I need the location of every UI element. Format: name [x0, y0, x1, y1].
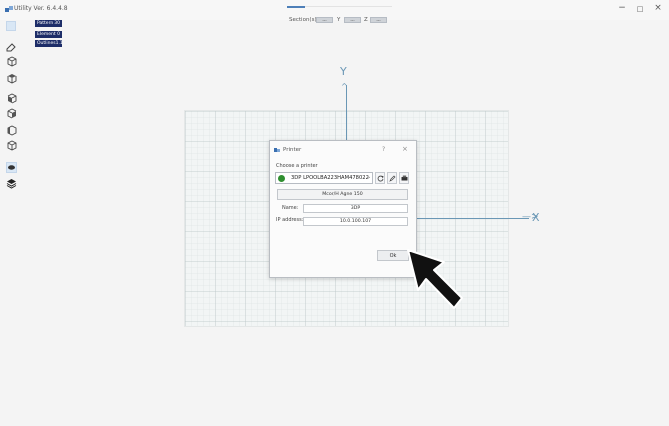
section-z-field[interactable]: ---	[370, 17, 387, 23]
stat-element: Element 0	[35, 31, 62, 38]
refresh-printer-button[interactable]	[375, 172, 385, 184]
app-icon	[5, 6, 13, 12]
view-side-icon[interactable]	[5, 107, 17, 119]
name-field[interactable]: 3DP	[303, 204, 408, 213]
ip-address-label: IP address:	[276, 217, 304, 223]
minimize-button[interactable]: −	[616, 3, 628, 13]
eraser-icon[interactable]	[5, 40, 17, 52]
dialog-title: Printer	[283, 147, 302, 153]
axis-y-line	[346, 85, 347, 146]
select-icon[interactable]	[5, 20, 17, 32]
section-x-field[interactable]: ---	[316, 17, 333, 23]
help-icon[interactable]: ?	[382, 146, 385, 153]
view-left-icon[interactable]	[5, 124, 17, 136]
axis-x-label: X	[532, 211, 540, 224]
printer-dialog: Printer ? × Choose a printer 3DP LPOOLBA…	[269, 140, 417, 278]
section-y-field[interactable]: ---	[344, 17, 361, 23]
printer-icon	[401, 175, 407, 180]
dialog-icon	[274, 148, 280, 152]
chevron-down-icon: ⌄	[367, 174, 372, 180]
section-label: Section(s)	[289, 17, 317, 23]
eye-icon[interactable]	[5, 161, 17, 173]
pencil-icon	[388, 175, 395, 182]
printer-select[interactable]: 3DP LPOOLBA223HAM478022 ⌄	[275, 172, 373, 184]
edit-printer-button[interactable]	[387, 172, 397, 184]
close-button[interactable]: ×	[652, 3, 664, 13]
section-z-label: Z	[364, 17, 368, 23]
stat-pattern: Pattern 30	[35, 20, 62, 27]
printer-model-field: Mcor/H Agne 150	[277, 189, 408, 200]
maximize-button[interactable]: □	[634, 5, 646, 13]
view-front-icon[interactable]	[5, 92, 17, 104]
view-iso-icon[interactable]	[5, 55, 17, 67]
refresh-icon	[377, 175, 383, 181]
axis-y-label: Y	[340, 65, 347, 78]
printer-select-value: 3DP LPOOLBA223HAM478022	[291, 175, 369, 181]
layers-icon[interactable]	[5, 177, 17, 189]
section-y-label: Y	[337, 17, 341, 23]
printer-settings-button[interactable]	[399, 172, 409, 184]
title-bar	[0, 0, 669, 20]
view-top-icon[interactable]	[5, 72, 17, 84]
name-label: Name:	[282, 205, 299, 211]
choose-printer-label: Choose a printer	[276, 163, 318, 169]
ip-address-field[interactable]: 10.0.100.107	[303, 217, 408, 226]
app-title: Utility Ver. 6.4.4.8	[14, 5, 68, 12]
view-right-icon[interactable]	[5, 139, 17, 151]
axis-x-line	[414, 218, 529, 219]
active-tab-indicator[interactable]	[287, 6, 305, 8]
stat-outlines: Outlines 1.1	[35, 40, 63, 47]
dialog-close-button[interactable]: ×	[402, 145, 408, 153]
mouse-cursor-icon	[407, 249, 463, 309]
printer-status-icon	[278, 175, 285, 182]
